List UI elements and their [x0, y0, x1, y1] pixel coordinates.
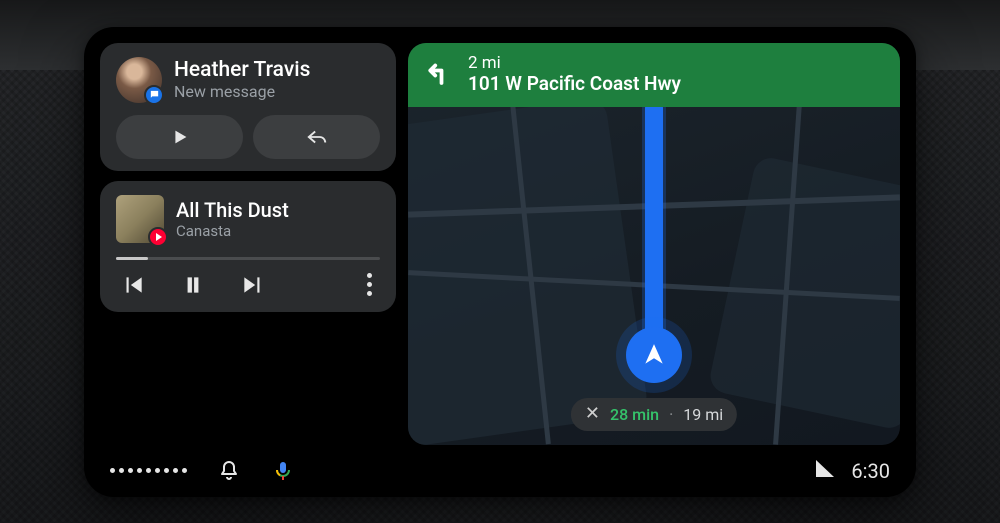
nav-distance: 2 mi [468, 54, 681, 73]
navigation-arrow-icon [641, 342, 667, 368]
next-track-button[interactable] [240, 272, 266, 298]
media-overflow-button[interactable] [367, 273, 378, 296]
app-launcher-button[interactable] [110, 468, 187, 473]
assistant-mic-button[interactable] [271, 459, 295, 483]
progress-fill [116, 257, 148, 260]
eta-distance: 19 mi [683, 405, 723, 424]
notification-card[interactable]: Heather Travis New message [100, 43, 396, 171]
skip-next-icon [240, 272, 266, 298]
play-message-button[interactable] [116, 115, 243, 159]
vehicle-marker [626, 327, 682, 383]
close-icon[interactable]: ✕ [585, 405, 600, 423]
track-title: All This Dust [176, 198, 289, 222]
media-card[interactable]: All This Dust Canasta [100, 181, 396, 312]
avatar [116, 57, 162, 103]
clock: 6:30 [851, 459, 890, 483]
map-panel[interactable]: 2 mi 101 W Pacific Coast Hwy ✕ 28 min · … [408, 43, 900, 445]
mic-icon [271, 459, 295, 483]
nav-road: 101 W Pacific Coast Hwy [468, 73, 681, 95]
notifications-button[interactable] [217, 459, 241, 483]
album-art [116, 195, 164, 243]
pause-icon [180, 272, 206, 298]
notification-sender: Heather Travis [174, 58, 310, 82]
left-column: Heather Travis New message [100, 43, 396, 445]
play-icon [169, 126, 191, 148]
pause-button[interactable] [180, 272, 206, 298]
navigation-banner[interactable]: 2 mi 101 W Pacific Coast Hwy [408, 43, 900, 107]
eta-time: 28 min [610, 405, 659, 424]
skip-previous-icon [120, 272, 146, 298]
reply-icon [306, 126, 328, 148]
content-area: Heather Travis New message [100, 43, 900, 445]
eta-chip[interactable]: ✕ 28 min · 19 mi [571, 398, 737, 431]
previous-track-button[interactable] [120, 272, 146, 298]
track-artist: Canasta [176, 222, 289, 240]
notification-subtitle: New message [174, 82, 310, 101]
system-bar: 6:30 [100, 445, 900, 497]
turn-left-icon [424, 58, 454, 92]
youtube-music-icon [148, 227, 168, 247]
playback-progress[interactable] [116, 257, 380, 260]
cell-signal-icon [813, 457, 837, 485]
bell-icon [217, 459, 241, 483]
reply-button[interactable] [253, 115, 380, 159]
messages-app-icon [144, 85, 164, 105]
car-display: Heather Travis New message [84, 27, 916, 497]
